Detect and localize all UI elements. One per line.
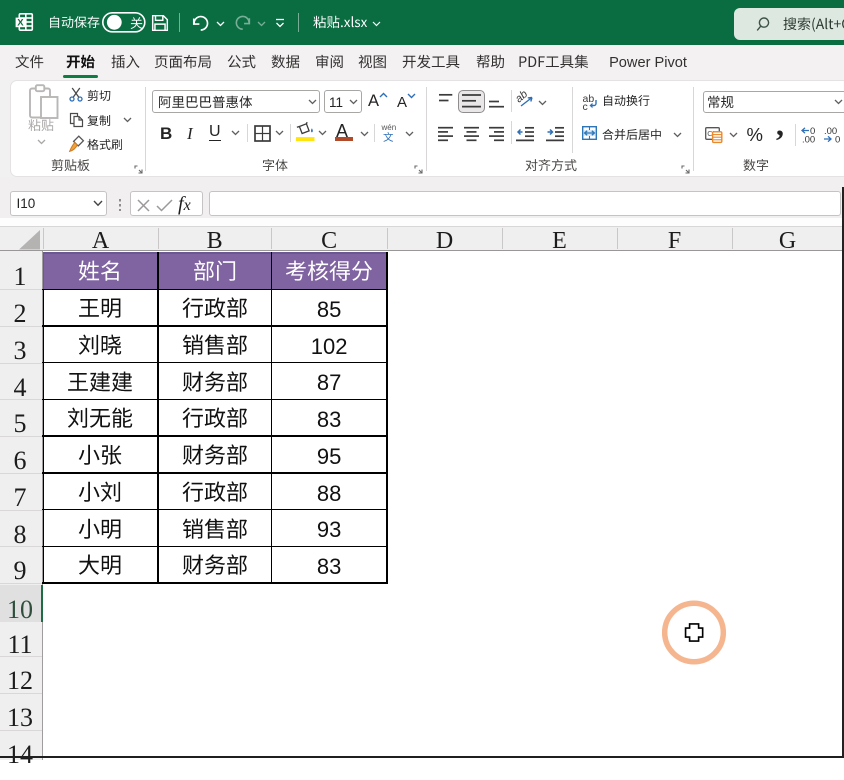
svg-text:.00: .00	[802, 135, 815, 146]
svg-text:c: c	[583, 101, 588, 113]
svg-text:0: 0	[835, 135, 840, 146]
svg-text:X: X	[17, 17, 24, 28]
